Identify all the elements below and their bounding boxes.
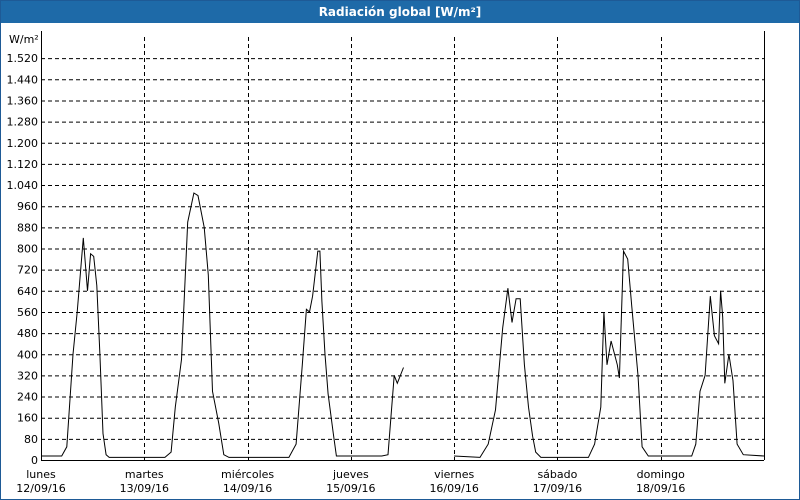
y-tick-label: 1.440 bbox=[7, 73, 39, 86]
x-tick-date-label: 17/09/16 bbox=[533, 482, 582, 495]
y-tick-label: 1.040 bbox=[7, 179, 39, 192]
y-tick-label: 1.280 bbox=[7, 116, 39, 129]
y-tick-label: 0 bbox=[31, 454, 38, 467]
y-tick-label: 560 bbox=[17, 306, 38, 319]
y-tick-label: 960 bbox=[17, 200, 38, 213]
y-tick-label: 1.360 bbox=[7, 94, 39, 107]
y-tick-label: 320 bbox=[17, 369, 38, 382]
x-tick-day-label: domingo bbox=[637, 468, 685, 481]
y-tick-label: 480 bbox=[17, 327, 38, 340]
y-tick-label: 1.520 bbox=[7, 52, 39, 65]
line-chart: 0 80 160 240 320 400 480 560 640 720 800 880 960 1.04… bbox=[7, 31, 765, 495]
chart-title: Radiación global [W/m²] bbox=[1, 1, 799, 23]
x-tick-date-label: 13/09/16 bbox=[120, 482, 169, 495]
x-tick-date-label: 16/09/16 bbox=[429, 482, 478, 495]
y-tick-label: 800 bbox=[17, 243, 38, 256]
y-tick-label: 640 bbox=[17, 285, 38, 298]
x-tick-day-label: miércoles bbox=[221, 468, 274, 481]
y-tick-label: 160 bbox=[17, 412, 38, 425]
chart-window: Radiación global [W/m²] 0 80 160 240 320 400 4… bbox=[0, 0, 800, 500]
x-tick-day-label: lunes bbox=[26, 468, 56, 481]
y-tick-label: 80 bbox=[24, 433, 38, 446]
x-tick-day-label: martes bbox=[125, 468, 164, 481]
y-tick-label: 1.200 bbox=[7, 137, 39, 150]
y-axis-unit-label: W/m² bbox=[9, 33, 39, 46]
y-tick-label: 880 bbox=[17, 221, 38, 234]
x-tick-date-label: 14/09/16 bbox=[223, 482, 272, 495]
series-line bbox=[454, 249, 765, 458]
x-tick-date-label: 18/09/16 bbox=[636, 482, 685, 495]
x-tick-date-label: 15/09/16 bbox=[326, 482, 375, 495]
x-tick-day-label: jueves bbox=[332, 468, 369, 481]
y-tick-label: 400 bbox=[17, 348, 38, 361]
x-tick-date-label: 12/09/16 bbox=[16, 482, 65, 495]
x-tick-day-label: sábado bbox=[537, 468, 577, 481]
y-tick-label: 240 bbox=[17, 391, 38, 404]
x-tick-day-label: viernes bbox=[434, 468, 474, 481]
y-tick-label: 1.120 bbox=[7, 158, 39, 171]
y-tick-label: 720 bbox=[17, 264, 38, 277]
